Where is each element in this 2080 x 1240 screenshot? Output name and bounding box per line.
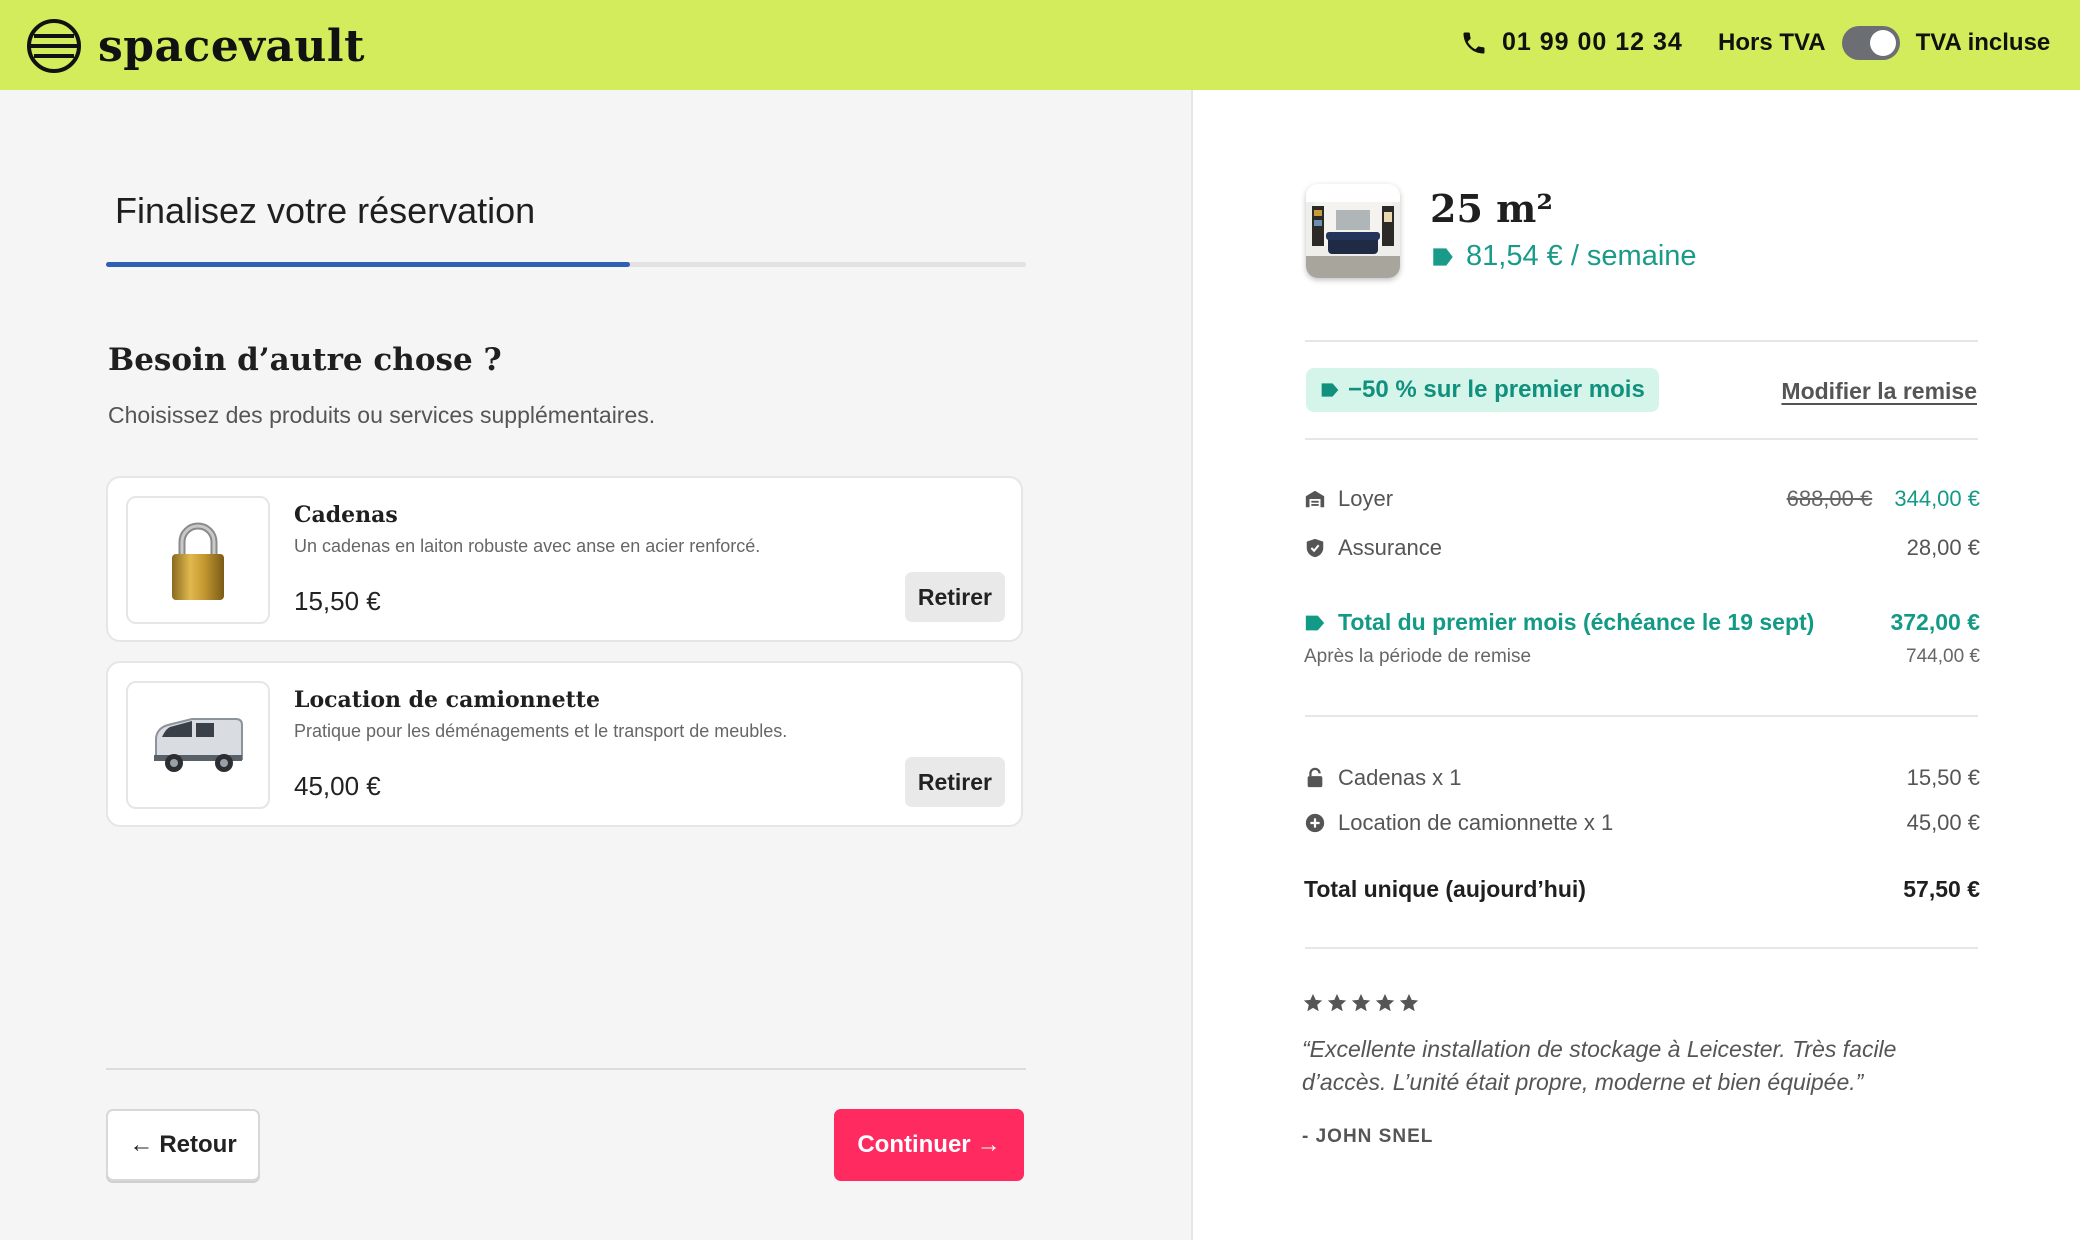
star-icon (1303, 993, 1323, 1012)
addon-label: Location de camionnette x 1 (1338, 810, 1614, 835)
first-month-value: 372,00 € (1890, 609, 1980, 635)
product-card-van: Location de camionnette Pratique pour le… (106, 661, 1023, 827)
product-description: Pratique pour les déménagements et le tr… (294, 721, 788, 741)
lock-icon (1307, 767, 1323, 788)
modify-discount-link[interactable]: Modifier la remise (1781, 378, 1977, 405)
discount-tag-icon (1321, 383, 1339, 397)
product-card-padlock: Cadenas Un cadenas en laiton robuste ave… (106, 476, 1023, 642)
product-price: 15,50 € (294, 586, 381, 616)
booking-panel: Finalisez votre réservation Besoin d’aut… (0, 90, 1191, 1240)
arrow-right-icon: → (976, 1131, 1001, 1158)
panel-divider (1191, 90, 1193, 1240)
unit-room-image (1306, 184, 1400, 278)
summary-divider (1305, 715, 1978, 717)
discount-tag-icon (1305, 615, 1325, 630)
first-month-total-row: Total du premier mois (échéance le 19 se… (1304, 609, 1980, 636)
unit-photo (1306, 184, 1400, 278)
after-discount-value: 744,00 € (1906, 646, 1980, 667)
rent-row: Loyer 688,00 € 344,00 € (1304, 486, 1980, 512)
progress-fill (106, 262, 631, 267)
progress-bar (106, 262, 1026, 267)
rating-stars (1302, 992, 1420, 1014)
one-time-total-row: Total unique (aujourd’hui) 57,50 € (1304, 876, 1980, 903)
star-icon (1375, 993, 1395, 1012)
after-discount-label: Après la période de remise (1304, 646, 1532, 667)
one-time-label: Total unique (aujourd’hui) (1304, 876, 1586, 902)
continue-label: Continuer (857, 1131, 971, 1158)
van-icon (154, 718, 243, 772)
plus-circle-icon (1305, 813, 1325, 833)
insurance-label: Assurance (1338, 535, 1442, 560)
insurance-value: 28,00 € (1906, 535, 1980, 560)
after-discount-row: Après la période de remise 744,00 € (1304, 646, 1980, 668)
product-price: 45,00 € (294, 771, 381, 801)
first-month-label: Total du premier mois (échéance le 19 se… (1338, 609, 1815, 635)
continue-button[interactable]: Continuer → (834, 1109, 1024, 1181)
unit-price: 81,54 € / semaine (1430, 240, 1697, 273)
one-time-value: 57,50 € (1903, 876, 1980, 902)
remove-van-button[interactable]: Retirer (904, 757, 1005, 807)
summary-divider (1305, 438, 1978, 440)
shield-check-icon (1306, 538, 1324, 558)
addon-value: 15,50 € (1906, 765, 1980, 790)
toggle-knob (1869, 30, 1896, 56)
unit-size: 25 m² (1430, 186, 1553, 231)
rent-old-price: 688,00 € (1786, 486, 1873, 511)
footer-divider (106, 1068, 1026, 1070)
star-icon (1327, 993, 1347, 1012)
page-title: Finalisez votre réservation (115, 190, 536, 231)
vat-toggle[interactable] (1841, 26, 1900, 60)
product-name: Location de camionnette (294, 687, 600, 713)
addon-row: Cadenas x 1 15,50 € (1304, 765, 1980, 791)
price-tag-icon (1433, 247, 1453, 266)
product-description: Un cadenas en laiton robuste avec anse e… (294, 536, 761, 556)
logo-mark-icon (27, 19, 81, 73)
addon-label: Cadenas x 1 (1338, 765, 1462, 790)
brand-name: spacevault (98, 20, 365, 72)
back-label: Retour (159, 1131, 237, 1158)
product-image (126, 681, 270, 809)
star-icon (1399, 993, 1419, 1012)
addon-row: Location de camionnette x 1 45,00 € (1304, 810, 1980, 836)
remove-padlock-button[interactable]: Retirer (904, 572, 1005, 622)
vat-switch: Hors TVA TVA incluse (1718, 26, 2050, 60)
insurance-row: Assurance 28,00 € (1304, 535, 1980, 561)
product-image (126, 496, 270, 624)
section-subtitle: Choisissez des produits ou services supp… (108, 402, 656, 428)
storage-unit-icon (1305, 490, 1325, 508)
top-header: spacevault 01 99 00 12 34 Hors TVA TVA i… (0, 0, 2080, 90)
vat-on-label: TVA incluse (1915, 29, 2051, 56)
section-title: Besoin d’autre chose ? (108, 342, 502, 378)
review-text: “Excellente installation de stockage à L… (1302, 1036, 1897, 1095)
rent-new-price: 344,00 € (1894, 486, 1980, 511)
brand-logo[interactable]: spacevault (26, 18, 365, 74)
back-button[interactable]: ← Retour (106, 1109, 260, 1181)
padlock-icon (172, 522, 224, 600)
product-name: Cadenas (294, 502, 398, 528)
star-icon (1351, 993, 1371, 1012)
review-author: - JOHN SNEL (1302, 1126, 1434, 1147)
promo-text: −50 % sur le premier mois (1348, 376, 1645, 403)
summary-divider (1305, 340, 1978, 342)
addon-value: 45,00 € (1906, 810, 1980, 835)
unit-price-text: 81,54 € / semaine (1466, 240, 1697, 272)
phone-text: 01 99 00 12 34 (1502, 28, 1683, 56)
rent-label: Loyer (1338, 486, 1394, 511)
promo-badge: −50 % sur le premier mois (1306, 368, 1659, 412)
vat-off-label: Hors TVA (1718, 29, 1826, 56)
phone-icon (1463, 32, 1485, 53)
phone-number[interactable]: 01 99 00 12 34 (1460, 28, 1683, 57)
arrow-left-icon: ← (129, 1131, 154, 1158)
summary-divider (1305, 947, 1978, 949)
